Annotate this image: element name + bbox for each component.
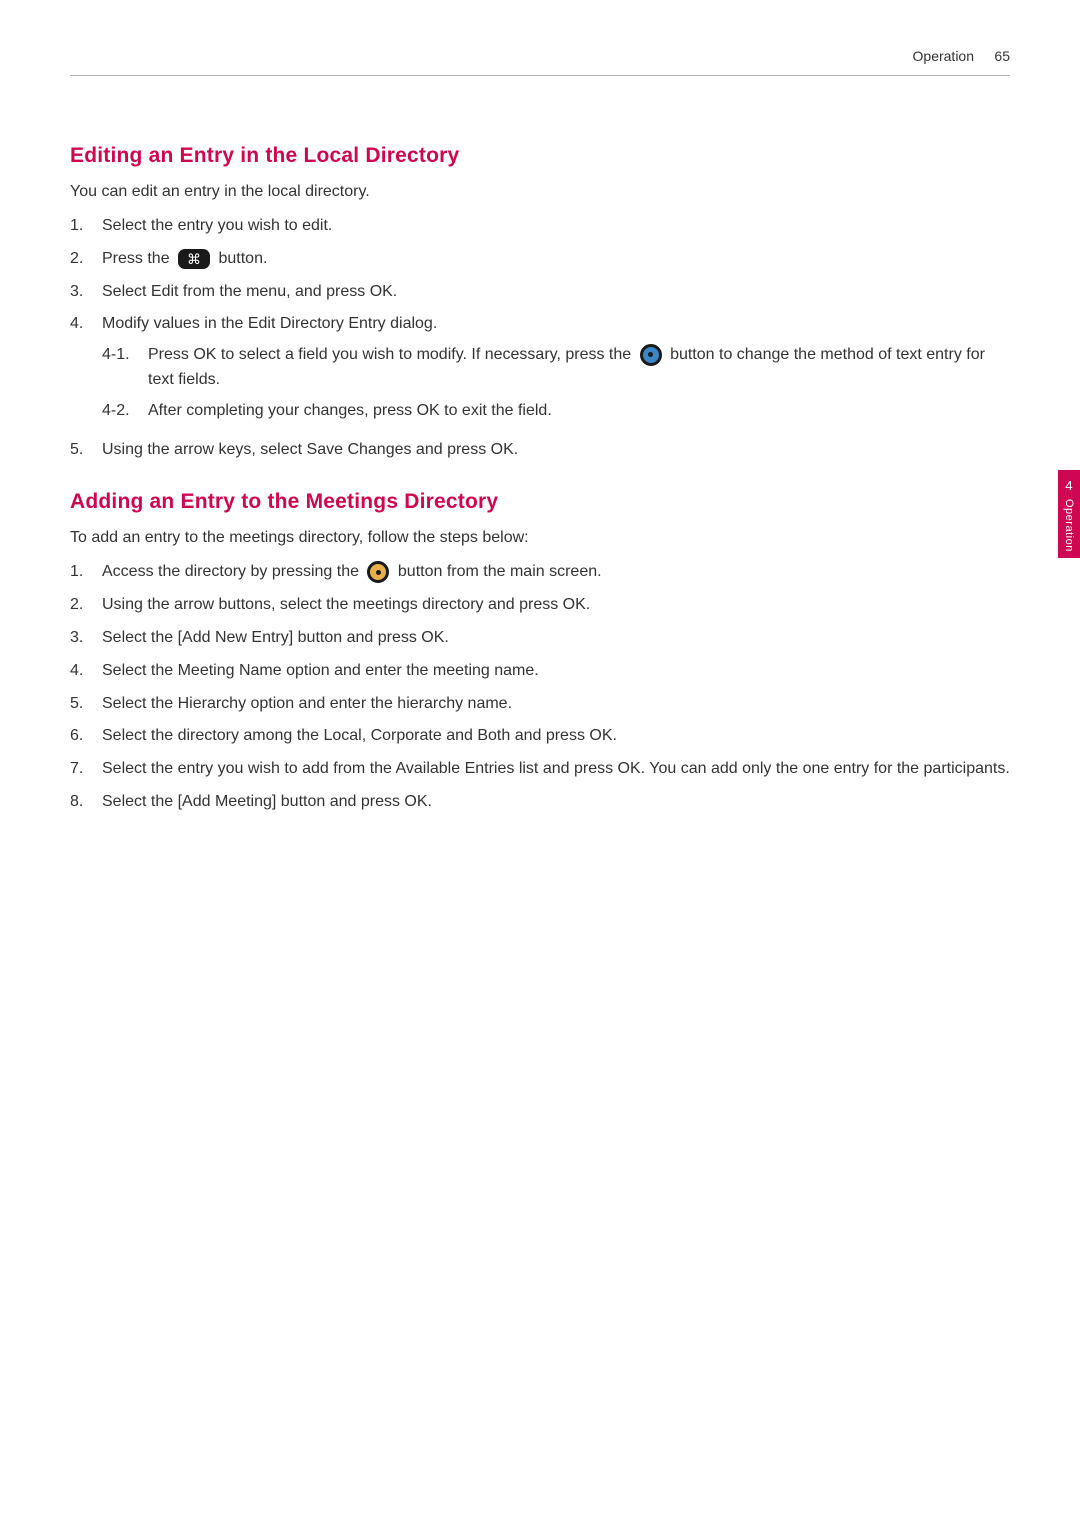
section-add-meetings: Adding an Entry to the Meetings Director… — [70, 490, 1010, 814]
intro-add-meetings-directory: To add an entry to the meetings director… — [70, 526, 1010, 550]
substep-text: After completing your changes, press OK … — [148, 399, 1010, 424]
step-text: Select the [Add Meeting] button and pres… — [102, 790, 1010, 815]
page-content: Editing an Entry in the Local Directory … — [70, 130, 1010, 823]
list-item: 4-2. After completing your changes, pres… — [102, 399, 1010, 424]
text-entry-mode-button-icon — [640, 344, 662, 366]
substep-label: 4-1. — [102, 343, 136, 393]
list-item: Select the [Add New Entry] button and pr… — [70, 626, 1010, 651]
list-item: Select the Meeting Name option and enter… — [70, 659, 1010, 684]
list-item: Select the Hierarchy option and enter th… — [70, 692, 1010, 717]
list-item: Select the entry you wish to edit. — [70, 214, 1010, 239]
step-text: Select the directory among the Local, Co… — [102, 724, 1010, 749]
steps-edit-local-directory: Select the entry you wish to edit. Press… — [70, 214, 1010, 462]
intro-edit-local-directory: You can edit an entry in the local direc… — [70, 180, 1010, 204]
list-item: Access the directory by pressing the but… — [70, 560, 1010, 585]
list-item: Select the entry you wish to add from th… — [70, 757, 1010, 782]
step-text: Using the arrow keys, select Save Change… — [102, 438, 1010, 463]
step-text: Select the Hierarchy option and enter th… — [102, 692, 1010, 717]
header-section-label: Operation — [913, 48, 974, 64]
text-fragment: Press OK to select a field you wish to m… — [148, 346, 636, 363]
list-item: Using the arrow buttons, select the meet… — [70, 593, 1010, 618]
step-text: Select the entry you wish to edit. — [102, 214, 1010, 239]
substep-text: Press OK to select a field you wish to m… — [148, 343, 1010, 393]
side-tab-chapter-label: Operation — [1063, 499, 1075, 552]
dot-icon — [376, 570, 381, 575]
page: Operation 65 4 Operation Editing an Entr… — [0, 0, 1080, 1527]
heading-add-meetings-directory: Adding an Entry to the Meetings Director… — [70, 490, 1010, 514]
circle-button-orange-icon — [367, 561, 389, 583]
text-fragment: button. — [218, 250, 267, 267]
substep-label: 4-2. — [102, 399, 136, 424]
list-item: Press the ⌘ button. — [70, 247, 1010, 272]
step-text: Select the entry you wish to add from th… — [102, 757, 1010, 782]
menu-button-glyph: ⌘ — [178, 249, 210, 269]
text-fragment: button from the main screen. — [398, 563, 602, 580]
text-fragment: Press the — [102, 250, 174, 267]
step-text: Using the arrow buttons, select the meet… — [102, 593, 1010, 618]
step-text: Press the ⌘ button. — [102, 247, 1010, 272]
list-item: Select the [Add Meeting] button and pres… — [70, 790, 1010, 815]
step-body: Modify values in the Edit Directory Entr… — [102, 312, 1010, 429]
list-item: Select Edit from the menu, and press OK. — [70, 280, 1010, 305]
step-text: Select the Meeting Name option and enter… — [102, 659, 1010, 684]
substeps: 4-1. Press OK to select a field you wish… — [102, 343, 1010, 423]
page-header: Operation 65 — [70, 52, 1010, 76]
heading-edit-local-directory: Editing an Entry in the Local Directory — [70, 144, 1010, 168]
list-item: Modify values in the Edit Directory Entr… — [70, 312, 1010, 429]
circle-button-blue-icon — [640, 344, 662, 366]
list-item: Using the arrow keys, select Save Change… — [70, 438, 1010, 463]
list-item: 4-1. Press OK to select a field you wish… — [102, 343, 1010, 393]
steps-add-meetings-directory: Access the directory by pressing the but… — [70, 560, 1010, 814]
step-text: Select the [Add New Entry] button and pr… — [102, 626, 1010, 651]
step-text: Modify values in the Edit Directory Entr… — [102, 315, 437, 332]
header-page-number: 65 — [994, 48, 1010, 64]
side-chapter-tab: 4 Operation — [1058, 470, 1080, 558]
directory-button-icon — [367, 561, 389, 583]
list-item: Select the directory among the Local, Co… — [70, 724, 1010, 749]
dot-icon — [648, 352, 653, 357]
side-tab-chapter-number: 4 — [1065, 478, 1072, 493]
step-text: Access the directory by pressing the but… — [102, 560, 1010, 585]
step-text: Select Edit from the menu, and press OK. — [102, 280, 1010, 305]
menu-button-icon: ⌘ — [178, 249, 210, 269]
text-fragment: Access the directory by pressing the — [102, 563, 363, 580]
